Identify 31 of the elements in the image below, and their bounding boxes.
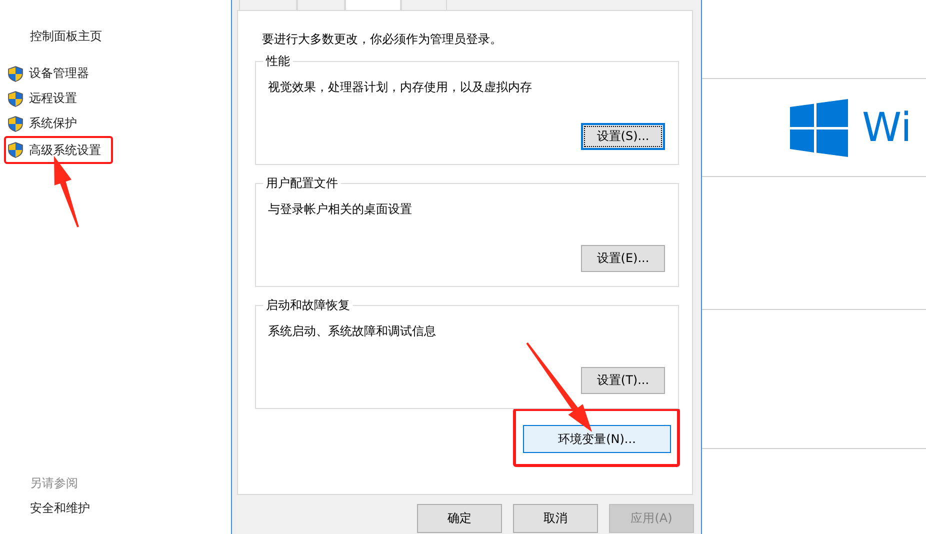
group-description: 与登录帐户相关的桌面设置 — [268, 201, 413, 218]
sidebar-link[interactable]: 系统保护 — [4, 111, 83, 136]
control-panel-home-link[interactable]: 控制面板主页 — [30, 27, 231, 45]
group-description: 视觉效果，处理器计划，内存使用，以及虚拟内存 — [268, 79, 533, 96]
dialog-tab[interactable] — [297, 0, 345, 10]
settings-button[interactable]: 设置(T)... — [581, 367, 665, 394]
dialog-tab[interactable] — [345, 0, 401, 10]
group-description: 系统启动、系统故障和调试信息 — [268, 323, 437, 340]
group-title: 性能 — [263, 53, 293, 69]
sidebar-link[interactable]: 设备管理器 — [4, 61, 95, 86]
annotation-arrow — [54, 156, 79, 228]
dialog-tab[interactable] — [401, 0, 447, 10]
see-also-heading: 另请参阅 — [30, 475, 79, 492]
admin-note: 要进行大多数更改，你必须作为管理员登录。 — [262, 31, 503, 48]
windows-logo-icon — [790, 98, 848, 156]
sidebar-link[interactable]: 远程设置 — [4, 86, 83, 111]
group-title: 用户配置文件 — [263, 175, 341, 191]
edition-logo-text: Wi — [862, 104, 912, 152]
shield-icon — [8, 116, 23, 132]
dialog-button[interactable]: 取消 — [513, 504, 598, 533]
dialog-tab[interactable] — [239, 0, 297, 10]
settings-button[interactable]: 设置(S)... — [581, 123, 665, 150]
shield-icon — [8, 66, 23, 82]
shield-icon — [8, 90, 23, 106]
shield-icon — [8, 142, 23, 158]
group-title: 启动和故障恢复 — [263, 297, 353, 313]
dialog-button[interactable]: 确定 — [417, 504, 502, 533]
settings-button[interactable]: 设置(E)... — [581, 245, 665, 272]
environment-variables-button[interactable]: 环境变量(N)... — [523, 425, 671, 453]
see-also-link[interactable]: 安全和维护 — [30, 500, 231, 518]
sidebar-link[interactable]: 高级系统设置 — [4, 136, 113, 164]
